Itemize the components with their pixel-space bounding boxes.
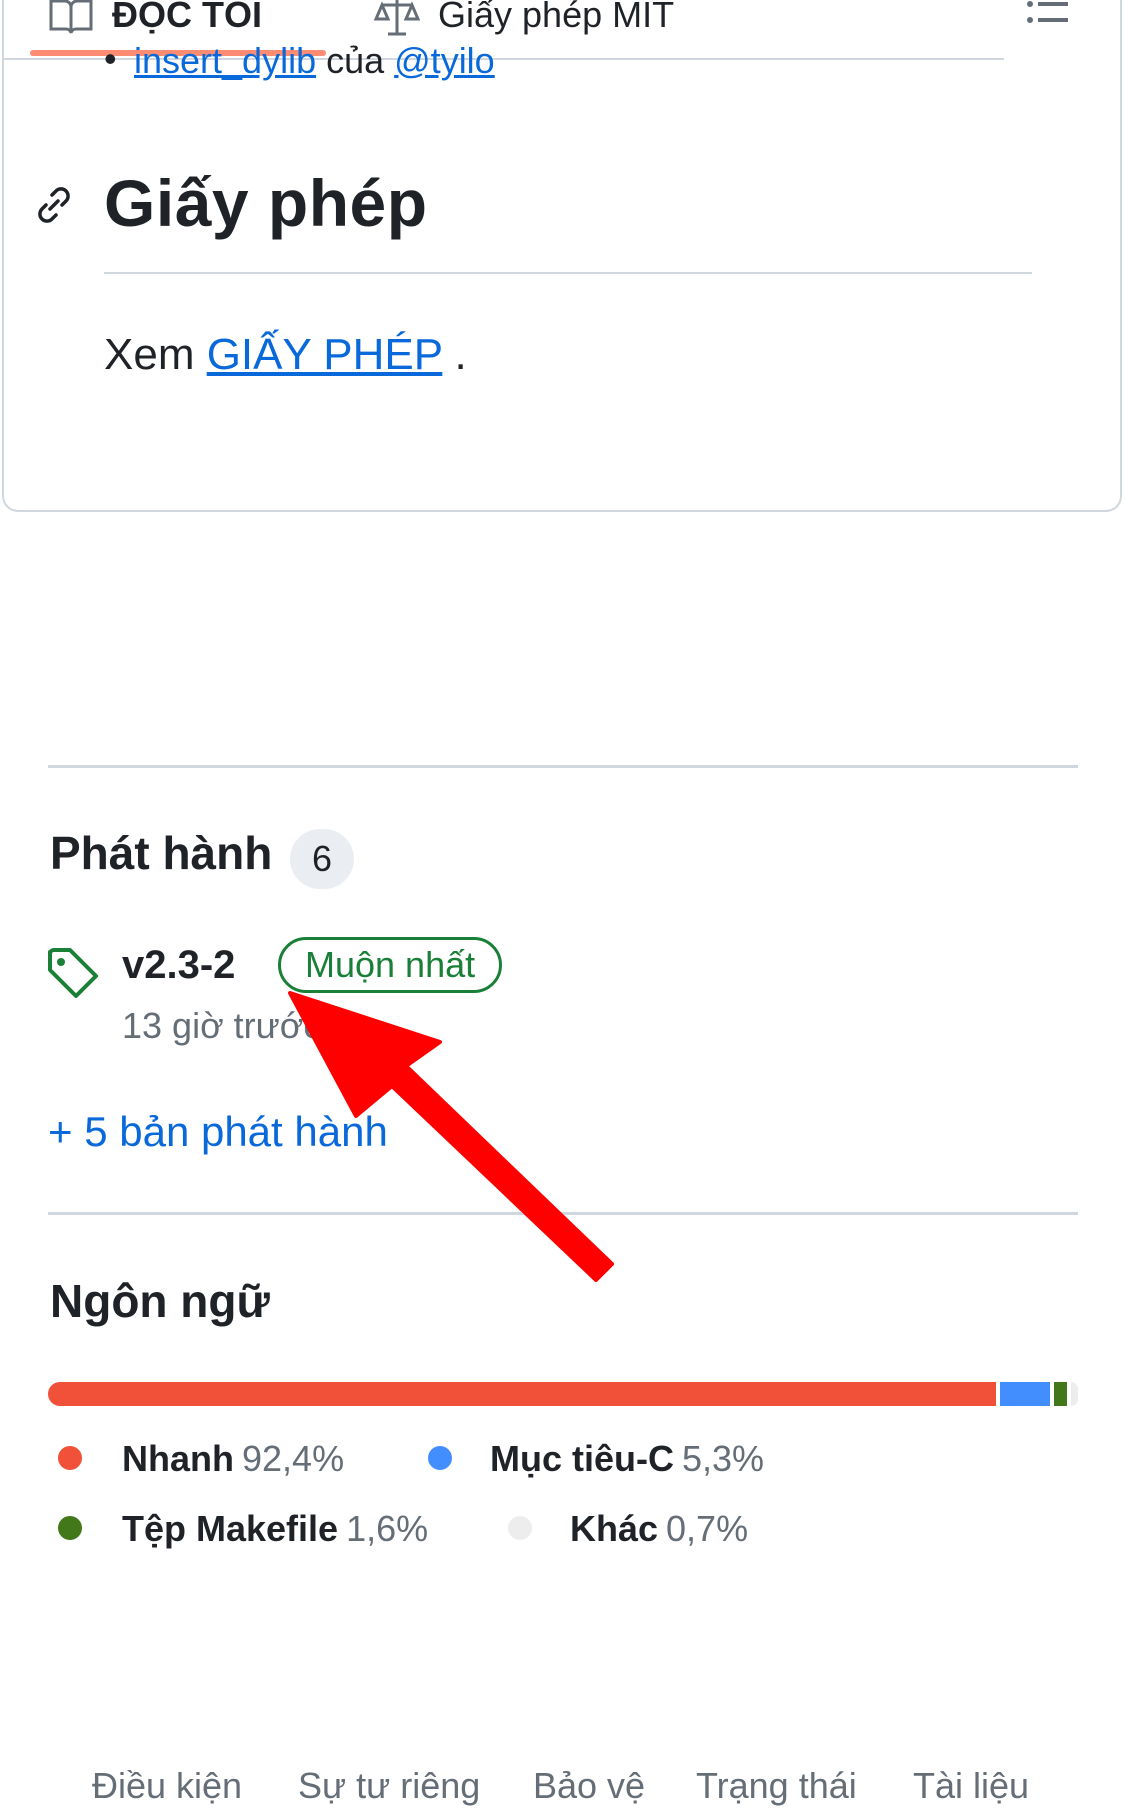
language-item[interactable]: Mục tiêu-C 5,3% — [428, 1438, 764, 1480]
language-item[interactable]: Tệp Makefile 1,6% — [58, 1508, 428, 1550]
tab-readme-label: ĐỌC TÔI — [112, 0, 262, 35]
language-dot — [428, 1446, 452, 1470]
outline-menu-icon[interactable] — [1024, 0, 1074, 30]
more-releases-link[interactable]: + 5 bản phát hành — [48, 1108, 388, 1156]
language-bar-segment — [1070, 1382, 1078, 1406]
language-percent: 5,3% — [682, 1438, 765, 1479]
footer-link-privacy[interactable]: Sự tư riêng — [298, 1765, 480, 1807]
language-item[interactable]: Nhanh 92,4% — [58, 1438, 344, 1480]
language-percent: 92,4% — [242, 1438, 345, 1479]
footer-link-security[interactable]: Bảo vệ — [533, 1765, 645, 1807]
footer-link-terms[interactable]: Điều kiện — [92, 1765, 242, 1807]
language-bar-segment — [48, 1382, 996, 1406]
book-icon — [49, 0, 93, 35]
license-text: Xem GIẤY PHÉP . — [104, 330, 467, 380]
footer-link-status[interactable]: Trạng thái — [696, 1765, 857, 1807]
license-suffix: . — [442, 330, 467, 379]
heading-divider — [104, 272, 1032, 274]
footer-link-docs[interactable]: Tài liệu — [913, 1765, 1029, 1807]
license-heading: Giấy phép — [104, 166, 428, 240]
language-name: Mục tiêu-C — [490, 1438, 674, 1479]
scale-icon — [373, 0, 421, 36]
latest-release-name[interactable]: v2.3-2 — [122, 943, 235, 988]
language-bar-segment — [999, 1382, 1051, 1406]
tyilo-link[interactable]: @tyilo — [394, 40, 495, 81]
tab-license-label: Giấy phép MIT — [438, 0, 675, 35]
language-dot — [508, 1516, 532, 1540]
list-item: • insert_dylib của @tyilo — [104, 38, 495, 81]
list-item-text: của — [316, 40, 395, 81]
tab-readme[interactable]: ĐỌC TÔI — [48, 0, 262, 37]
language-bar — [48, 1382, 1078, 1406]
tag-icon — [48, 948, 98, 998]
language-dot — [58, 1446, 82, 1470]
tab-license[interactable]: Giấy phép MIT — [373, 0, 675, 37]
languages-title: Ngôn ngữ — [50, 1275, 270, 1327]
language-dot — [58, 1516, 82, 1540]
languages-divider — [48, 1212, 1078, 1215]
releases-divider — [48, 765, 1078, 768]
language-item[interactable]: Khác 0,7% — [508, 1508, 748, 1550]
license-prefix: Xem — [104, 330, 207, 379]
language-name: Nhanh — [122, 1438, 234, 1479]
latest-badge: Muộn nhất — [278, 937, 503, 993]
language-percent: 0,7% — [666, 1508, 749, 1549]
release-time: 13 giờ trước — [122, 1005, 322, 1046]
language-percent: 1,6% — [346, 1508, 429, 1549]
link-icon[interactable] — [32, 183, 76, 227]
insert-dylib-link[interactable]: insert_dylib — [134, 40, 316, 81]
language-name: Tệp Makefile — [122, 1508, 339, 1549]
readme-card: ĐỌC TÔI Giấy phép MIT • insert_dylib của… — [2, 0, 1122, 512]
language-bar-segment — [1054, 1382, 1067, 1406]
releases-count-badge: 6 — [290, 829, 354, 889]
license-link[interactable]: GIẤY PHÉP — [207, 330, 443, 379]
language-name: Khác — [570, 1508, 659, 1549]
releases-title[interactable]: Phát hành — [50, 826, 272, 880]
